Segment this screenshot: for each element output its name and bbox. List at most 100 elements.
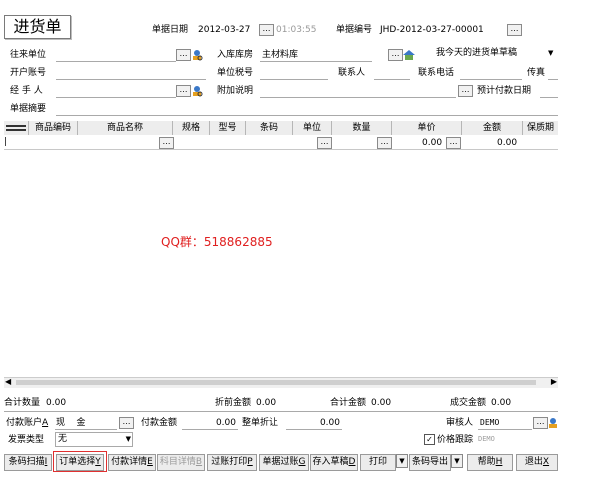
fax-label: 传真	[527, 68, 546, 78]
barcode-scan-button[interactable]: 条码扫描I	[4, 454, 52, 471]
subject-detail-button[interactable]: 科目详情B	[157, 454, 205, 471]
doc-date-label: 单据日期	[152, 25, 189, 35]
warehouse-icon[interactable]	[403, 49, 415, 61]
print-dropdown-icon[interactable]: ▼	[396, 454, 408, 468]
name-cell-button[interactable]: …	[159, 137, 174, 149]
exit-button[interactable]: 退出X	[516, 454, 558, 471]
col-header-spec[interactable]: 规格	[173, 121, 210, 135]
discount-value: 0.00	[319, 418, 340, 428]
pay-amount-value: 0.00	[215, 418, 236, 428]
pay-amount-input[interactable]: 0.00	[182, 417, 238, 430]
col-header-shelf-life[interactable]: 保质期	[523, 121, 558, 135]
discount-input[interactable]: 0.00	[286, 417, 342, 430]
horizontal-scrollbar[interactable]: ◀ ▶	[4, 377, 558, 388]
price-track-checkbox[interactable]: ✓	[424, 434, 435, 445]
table-row[interactable]	[4, 136, 558, 150]
invoice-label: 发票类型	[8, 435, 45, 445]
pay-account-input[interactable]: 现 金	[55, 417, 117, 430]
deal-amount-value: 0.00	[491, 398, 512, 408]
doc-time-field: 01:03:55	[276, 25, 317, 35]
note-button[interactable]: …	[458, 85, 473, 97]
doc-no-label: 单据编号	[336, 25, 373, 35]
deal-amount-label: 成交金额	[450, 398, 487, 408]
form-title: 进货单	[4, 15, 71, 39]
unit-cell-button[interactable]: …	[317, 137, 332, 149]
pre-discount-label: 折前金额	[215, 398, 252, 408]
handler-lookup-button[interactable]: …	[176, 85, 191, 97]
auditor-input[interactable]: DEMO	[478, 417, 532, 430]
tax-label: 单位税号	[217, 68, 254, 78]
row-pointer: |	[4, 137, 8, 147]
price-track-value: DEMO	[478, 435, 495, 443]
col-header-qty[interactable]: 数量	[332, 121, 392, 135]
partner-input[interactable]	[56, 49, 176, 62]
phone-label: 联系电话	[418, 68, 455, 78]
highlight-box	[53, 451, 107, 472]
fax-input[interactable]	[548, 67, 558, 80]
print-button[interactable]: 打印	[360, 454, 396, 471]
phone-input[interactable]	[460, 67, 522, 80]
watermark-text: QQ群：518862885	[161, 235, 273, 249]
qty-cell-button[interactable]: …	[377, 137, 392, 149]
pay-account-value: 现 金	[56, 418, 86, 428]
scroll-thumb[interactable]	[16, 380, 536, 385]
partner-lookup-button[interactable]: …	[176, 49, 191, 61]
contact-label: 联系人	[338, 68, 366, 78]
scroll-left-icon[interactable]: ◀	[5, 377, 11, 386]
item-grid[interactable]	[4, 121, 558, 380]
qty-total-value: 0.00	[46, 398, 67, 408]
post-print-button[interactable]: 过账打印P	[207, 454, 257, 471]
pay-date-label: 预计付款日期	[477, 86, 532, 96]
pay-account-label: 付款账户A	[6, 418, 49, 428]
handler-input[interactable]	[56, 85, 176, 98]
discount-label: 整单折让	[242, 418, 279, 428]
price-track-label: 价格跟踪	[437, 435, 474, 445]
col-header-unit[interactable]: 单位	[293, 121, 332, 135]
row-indicator-header	[4, 121, 29, 135]
warehouse-value: 主材料库	[262, 50, 299, 60]
tax-input[interactable]	[260, 67, 328, 80]
user-icon[interactable]	[547, 417, 559, 429]
qty-total-label: 合计数量	[4, 398, 41, 408]
barcode-export-dropdown-icon[interactable]: ▼	[451, 454, 463, 468]
auditor-button[interactable]: …	[533, 417, 548, 429]
date-picker-button[interactable]: …	[259, 24, 274, 36]
post-button[interactable]: 单据过账G	[259, 454, 309, 471]
col-header-price[interactable]: 单价	[392, 121, 462, 135]
doc-no-field: JHD-2012-03-27-00001	[380, 25, 484, 35]
col-header-barcode[interactable]: 条码	[246, 121, 293, 135]
warehouse-input[interactable]: 主材料库	[260, 49, 372, 62]
warehouse-lookup-button[interactable]: …	[388, 49, 403, 61]
user-search-icon[interactable]	[191, 49, 203, 61]
pay-date-input[interactable]	[540, 85, 558, 98]
col-header-name[interactable]: 商品名称	[78, 121, 173, 135]
col-header-model[interactable]: 型号	[210, 121, 246, 135]
note-input[interactable]	[260, 85, 456, 98]
handler-label: 经 手 人	[10, 86, 43, 96]
save-draft-button[interactable]: 存入草稿D	[310, 454, 358, 471]
account-input[interactable]	[56, 67, 206, 80]
summary-input[interactable]	[56, 103, 558, 116]
amount-cell[interactable]: 0.00	[497, 137, 517, 149]
doc-no-button[interactable]: …	[507, 24, 522, 36]
scroll-right-icon[interactable]: ▶	[551, 377, 557, 386]
col-header-amount[interactable]: 金额	[462, 121, 523, 135]
pay-detail-button[interactable]: 付款详情E	[108, 454, 156, 471]
user-search-icon[interactable]	[191, 85, 203, 97]
draft-dropdown-icon[interactable]: ▼	[548, 47, 553, 59]
pay-account-button[interactable]: …	[119, 417, 134, 429]
auditor-value: DEMO	[480, 418, 500, 427]
draft-label: 我今天的进货单草稿	[436, 48, 518, 58]
price-cell[interactable]: 0.00	[422, 137, 442, 149]
price-cell-button[interactable]: …	[446, 137, 461, 149]
account-label: 开户账号	[10, 68, 47, 78]
partner-label: 往来单位	[10, 50, 47, 60]
chevron-down-icon[interactable]: ▼	[126, 433, 131, 446]
invoice-select[interactable]: 无 ▼	[55, 432, 133, 447]
barcode-export-button[interactable]: 条码导出	[409, 454, 451, 471]
doc-date-field[interactable]: 2012-03-27	[198, 24, 250, 36]
pay-amount-label: 付款金额	[141, 418, 178, 428]
contact-input[interactable]	[374, 67, 410, 80]
col-header-code[interactable]: 商品编码	[29, 121, 78, 135]
help-button[interactable]: 帮助H	[467, 454, 513, 471]
